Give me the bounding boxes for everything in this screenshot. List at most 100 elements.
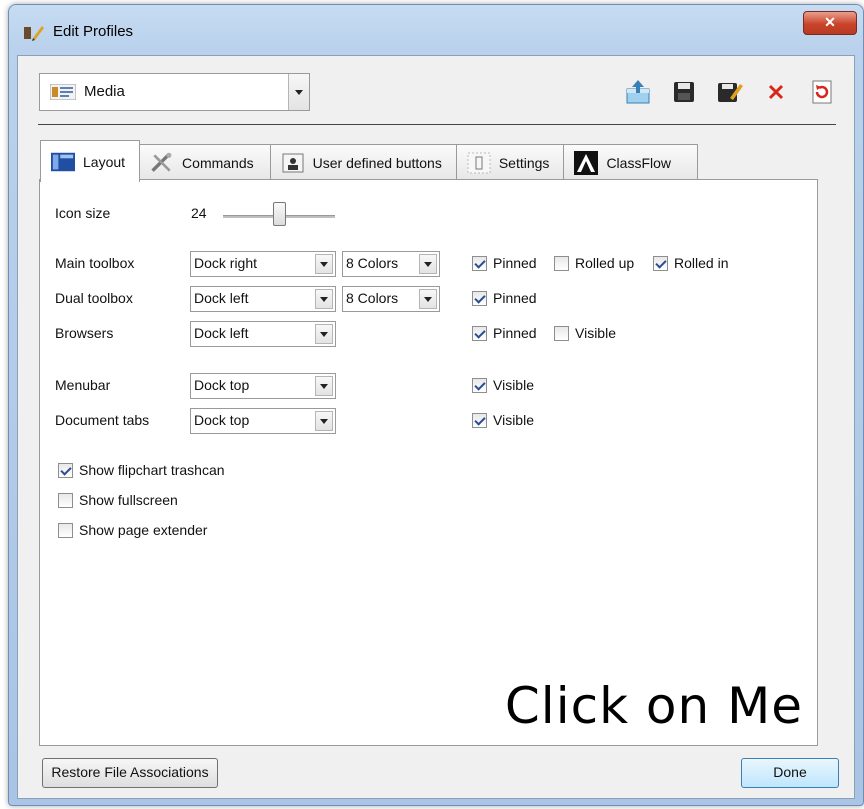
browsers-dock-value: Dock left: [194, 325, 249, 341]
menubar-label: Menubar: [55, 377, 111, 393]
document-tabs-label: Document tabs: [55, 412, 150, 428]
profile-value: Media: [84, 83, 125, 100]
tab-settings-label: Settings: [498, 155, 550, 171]
show-fullscreen-checkbox[interactable]: Show fullscreen: [58, 492, 178, 508]
show-fullscreen-label: Show fullscreen: [79, 492, 178, 508]
save-icon[interactable]: [670, 79, 698, 105]
dual-toolbox-dock-value: Dock left: [194, 290, 249, 306]
profile-toolbar: [624, 78, 836, 106]
chevron-down-icon[interactable]: [419, 289, 437, 309]
dual-toolbox-pinned-checkbox[interactable]: Pinned: [472, 290, 537, 306]
browsers-pinned-checkbox[interactable]: Pinned: [472, 325, 537, 341]
dialog-client-area: Media Layout Commands User defined butto…: [17, 55, 855, 799]
chevron-down-icon[interactable]: [315, 376, 333, 396]
tab-layout[interactable]: Layout: [40, 140, 141, 182]
show-flipchart-trashcan-checkbox[interactable]: Show flipchart trashcan: [58, 462, 225, 478]
export-icon[interactable]: [624, 79, 652, 105]
restore-file-associations-button[interactable]: Restore File Associations: [42, 758, 218, 788]
tab-commands[interactable]: Commands: [139, 144, 271, 181]
layout-icon: [51, 152, 75, 172]
dual-toolbox-colors-value: 8 Colors: [346, 290, 399, 306]
browsers-pinned-label: Pinned: [493, 325, 537, 341]
document-tabs-dock-value: Dock top: [194, 412, 250, 428]
show-page-extender-checkbox[interactable]: Show page extender: [58, 522, 207, 538]
edit-profiles-window: Edit Profiles ✕ Media Layout Commands Us…: [8, 4, 864, 806]
menubar-dock-value: Dock top: [194, 377, 250, 393]
profile-select[interactable]: Media: [39, 73, 310, 111]
tab-classflow[interactable]: ClassFlow: [563, 144, 699, 181]
browsers-label: Browsers: [55, 325, 114, 341]
tab-layout-label: Layout: [83, 153, 126, 170]
icon-size-value: 24: [191, 205, 207, 221]
delete-icon[interactable]: [762, 79, 790, 105]
checkbox-checked-icon[interactable]: [472, 325, 487, 341]
checkbox-checked-icon[interactable]: [653, 255, 668, 271]
tools-icon: [150, 152, 174, 173]
main-toolbox-rolled-in-label: Rolled in: [674, 255, 729, 271]
click-on-me-annotation: Click on Me: [504, 677, 803, 735]
checkbox-checked-icon[interactable]: [472, 290, 487, 306]
reset-icon[interactable]: [808, 79, 836, 105]
chevron-down-icon[interactable]: [419, 254, 437, 274]
show-flipchart-trashcan-label: Show flipchart trashcan: [79, 462, 225, 478]
main-toolbox-dock-select[interactable]: Dock right: [190, 251, 336, 277]
chevron-down-icon[interactable]: [315, 254, 333, 274]
app-icon: [23, 23, 45, 41]
main-toolbox-rolled-in-checkbox[interactable]: Rolled in: [653, 255, 728, 271]
save-as-icon[interactable]: [716, 79, 744, 105]
window-title: Edit Profiles: [53, 23, 134, 40]
chevron-down-icon[interactable]: [315, 324, 333, 344]
dual-toolbox-colors-select[interactable]: 8 Colors: [342, 286, 440, 312]
checkbox-unchecked-icon[interactable]: [58, 492, 73, 508]
profile-icon: [49, 83, 77, 101]
main-toolbox-label: Main toolbox: [55, 255, 135, 271]
checkbox-unchecked-icon[interactable]: [554, 325, 569, 341]
checkbox-unchecked-icon[interactable]: [554, 255, 569, 271]
main-toolbox-pinned-checkbox[interactable]: Pinned: [472, 255, 537, 271]
main-toolbox-rolled-up-checkbox[interactable]: Rolled up: [554, 255, 634, 271]
icon-size-slider-handle[interactable]: [273, 202, 286, 226]
tab-bar: Layout Commands User defined buttons Set…: [40, 140, 699, 182]
menubar-visible-checkbox[interactable]: Visible: [472, 377, 534, 393]
chevron-down-icon[interactable]: [315, 289, 333, 309]
layout-panel: Icon size 24 Main toolbox Dock right 8 C…: [39, 179, 818, 746]
chevron-down-icon[interactable]: [315, 411, 333, 431]
main-toolbox-rolled-up-label: Rolled up: [575, 255, 635, 271]
done-button[interactable]: Done: [741, 758, 839, 788]
checkbox-checked-icon[interactable]: [58, 462, 73, 478]
icon-size-label: Icon size: [55, 205, 111, 221]
checkbox-unchecked-icon[interactable]: [58, 522, 73, 538]
document-tabs-visible-checkbox[interactable]: Visible: [472, 412, 534, 428]
document-tabs-dock-select[interactable]: Dock top: [190, 408, 336, 434]
tab-commands-label: Commands: [182, 155, 254, 171]
show-page-extender-label: Show page extender: [79, 522, 208, 538]
settings-icon: [467, 152, 491, 174]
dual-toolbox-label: Dual toolbox: [55, 290, 133, 306]
browsers-visible-label: Visible: [575, 325, 616, 341]
menubar-dock-select[interactable]: Dock top: [190, 373, 336, 399]
main-toolbox-colors-value: 8 Colors: [346, 255, 399, 271]
document-tabs-visible-label: Visible: [493, 412, 534, 428]
tab-classflow-label: ClassFlow: [606, 155, 672, 171]
chevron-down-icon[interactable]: [288, 74, 309, 110]
tab-settings[interactable]: Settings: [455, 144, 565, 181]
classflow-icon: [574, 151, 599, 175]
close-icon: ✕: [824, 14, 836, 30]
browsers-dock-select[interactable]: Dock left: [190, 321, 336, 347]
header-divider: [38, 124, 836, 125]
close-button[interactable]: ✕: [803, 11, 857, 35]
main-toolbox-pinned-label: Pinned: [493, 255, 537, 271]
main-toolbox-colors-select[interactable]: 8 Colors: [342, 251, 440, 277]
checkbox-checked-icon[interactable]: [472, 255, 487, 271]
dual-toolbox-dock-select[interactable]: Dock left: [190, 286, 336, 312]
tab-user-defined-buttons[interactable]: User defined buttons: [269, 144, 457, 181]
tab-user-defined-buttons-label: User defined buttons: [312, 155, 442, 171]
checkbox-checked-icon[interactable]: [472, 412, 487, 428]
user-icon: [281, 153, 305, 173]
title-bar: Edit Profiles ✕: [9, 5, 863, 55]
menubar-visible-label: Visible: [493, 377, 534, 393]
browsers-visible-checkbox[interactable]: Visible: [554, 325, 616, 341]
main-toolbox-dock-value: Dock right: [194, 255, 258, 271]
checkbox-checked-icon[interactable]: [472, 377, 487, 393]
dual-toolbox-pinned-label: Pinned: [493, 290, 537, 306]
